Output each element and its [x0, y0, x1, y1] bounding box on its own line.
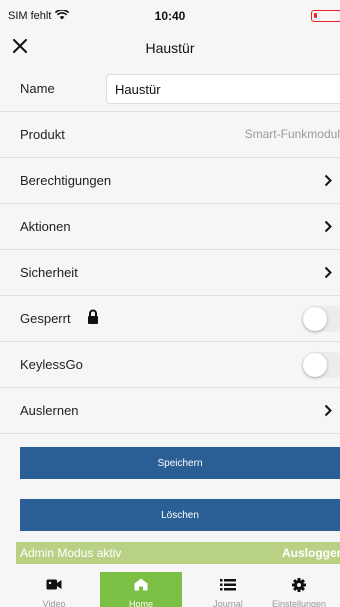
- produkt-label: Produkt: [20, 127, 65, 142]
- produkt-value: Smart-Funkmodul: [244, 127, 340, 141]
- keylessgo-label: KeylessGo: [20, 357, 83, 372]
- chevron-right-icon: [324, 220, 332, 233]
- name-label: Name: [20, 81, 55, 96]
- save-button[interactable]: Speichern: [20, 447, 340, 479]
- produkt-row: Produkt Smart-Funkmodul: [0, 112, 340, 158]
- nav-bar: Haustür: [0, 30, 340, 64]
- tab-journal[interactable]: Journal: [187, 572, 269, 607]
- video-icon: [46, 579, 62, 590]
- name-row: Name: [0, 66, 340, 112]
- auslernen-row[interactable]: Auslernen: [0, 388, 340, 434]
- name-input[interactable]: [106, 74, 340, 104]
- chevron-right-icon: [324, 404, 332, 417]
- gear-icon: [292, 578, 306, 592]
- tab-journal-label: Journal: [213, 599, 243, 607]
- chevron-right-icon: [324, 266, 332, 279]
- gesperrt-label: Gesperrt: [20, 311, 71, 326]
- auslernen-label: Auslernen: [20, 403, 79, 418]
- keylessgo-toggle[interactable]: [302, 352, 340, 378]
- page-title: Haustür: [145, 40, 195, 56]
- sicherheit-row[interactable]: Sicherheit: [0, 250, 340, 296]
- berechtigungen-label: Berechtigungen: [20, 173, 112, 188]
- gesperrt-toggle[interactable]: [302, 306, 340, 332]
- tab-video[interactable]: Video: [13, 572, 95, 607]
- home-icon: [134, 578, 148, 591]
- berechtigungen-row[interactable]: Berechtigungen: [0, 158, 340, 204]
- aktionen-label: Aktionen: [20, 219, 71, 234]
- gesperrt-row: Gesperrt: [0, 296, 340, 342]
- list-icon: [220, 579, 236, 591]
- tab-einstellungen-label: Einstellungen: [271, 599, 327, 607]
- settings-list: Name Produkt Smart-Funkmodul Berechtigun…: [0, 66, 340, 434]
- status-bar: SIM fehlt 10:40: [0, 0, 340, 30]
- tab-einstellungen[interactable]: Einstellungen: [258, 572, 340, 607]
- battery-icon: [311, 10, 340, 22]
- sicherheit-label: Sicherheit: [20, 265, 78, 280]
- delete-button[interactable]: Löschen: [20, 499, 340, 531]
- lock-icon: [88, 309, 98, 324]
- tab-home[interactable]: Home: [100, 572, 182, 607]
- logout-button[interactable]: Ausloggen: [282, 546, 340, 560]
- admin-mode-banner: Admin Modus aktiv Ausloggen: [16, 542, 340, 564]
- status-time: 10:40: [154, 9, 186, 23]
- tab-home-label: Home: [128, 599, 153, 607]
- aktionen-row[interactable]: Aktionen: [0, 204, 340, 250]
- keylessgo-row: KeylessGo: [0, 342, 340, 388]
- chevron-right-icon: [324, 174, 332, 187]
- tab-bar: Video Home Journal Einstellungen: [0, 572, 340, 607]
- admin-mode-label: Admin Modus aktiv: [20, 546, 122, 560]
- tab-video-label: Video: [42, 599, 66, 607]
